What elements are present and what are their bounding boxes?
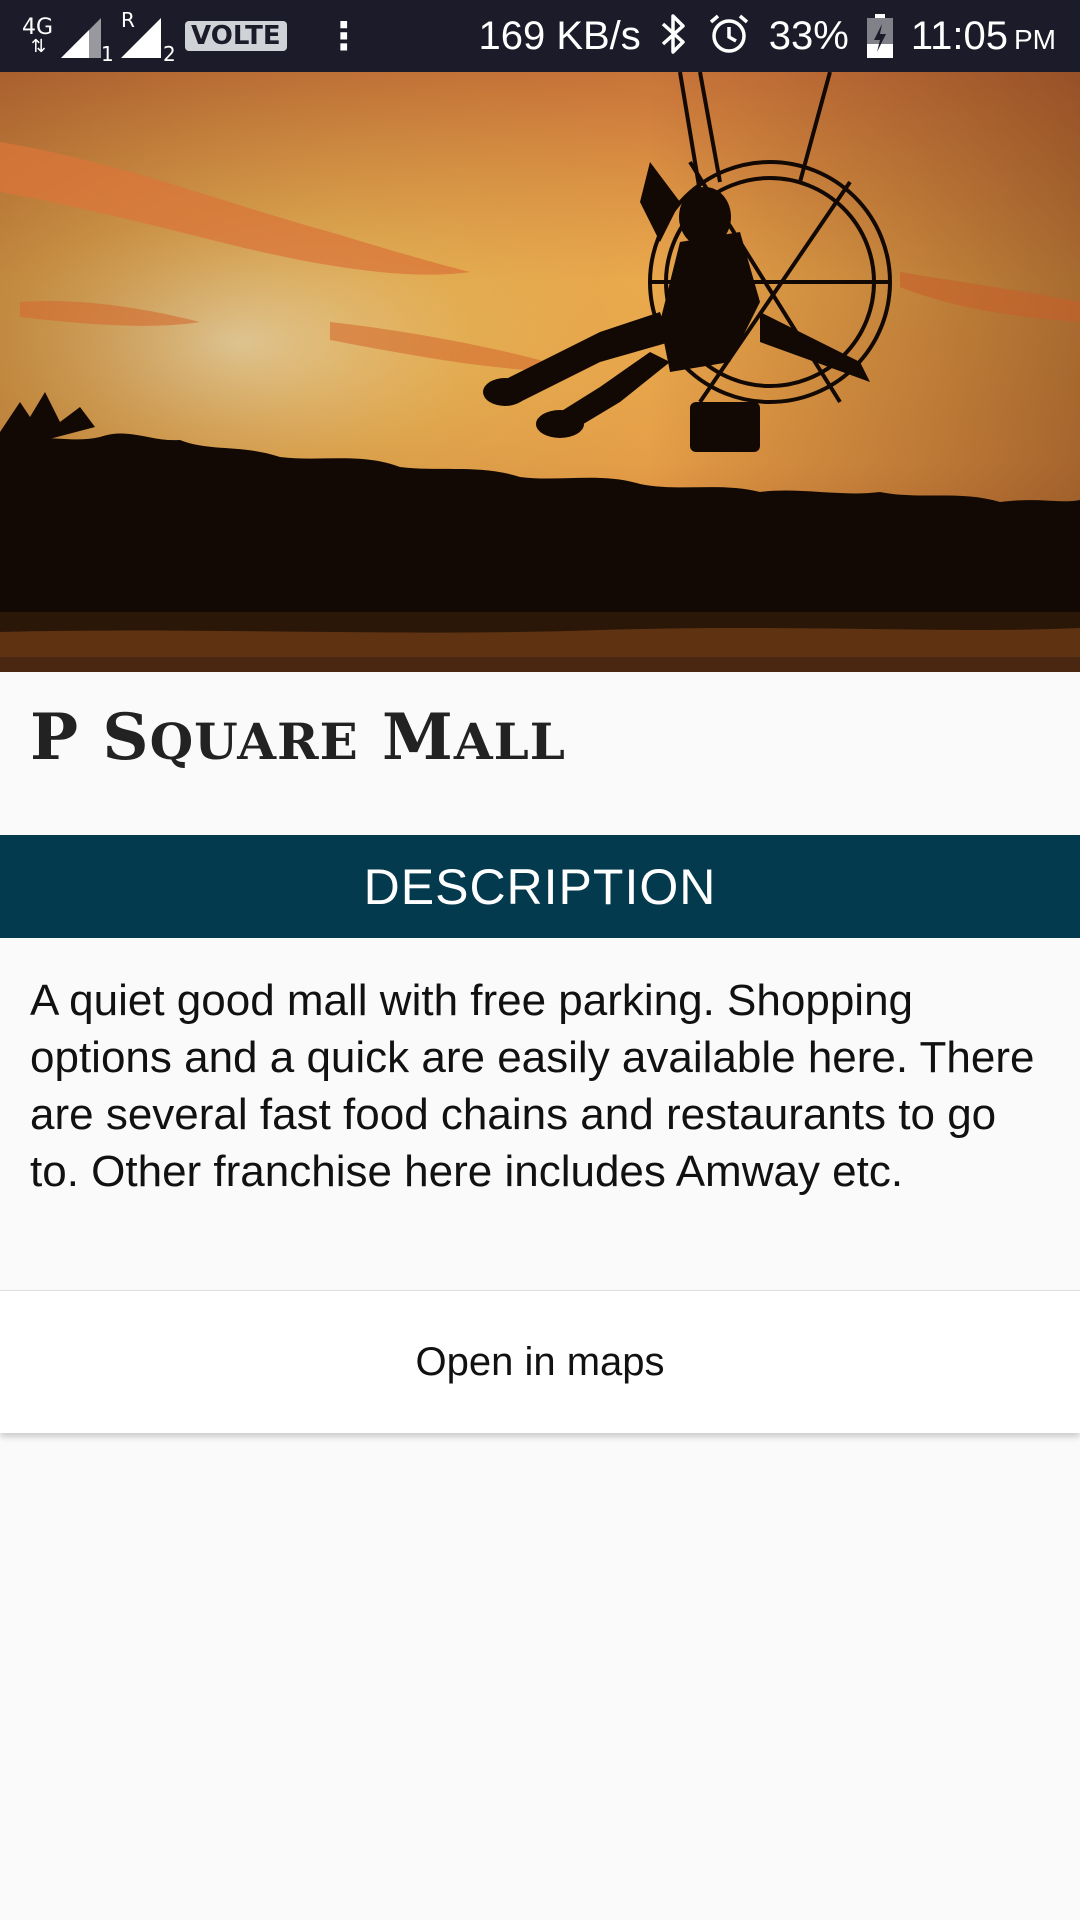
place-title-part: S	[102, 700, 150, 775]
data-arrows-icon: ⇅	[30, 36, 46, 57]
place-title-part: ALL	[453, 712, 566, 771]
sim2-label: 2	[163, 42, 176, 66]
place-title: P SQUARE MALL	[30, 700, 566, 775]
description-header: DESCRIPTION	[0, 835, 1080, 938]
signal-icon: R 2	[121, 10, 176, 64]
network-speed: 169 KB/s	[478, 13, 641, 58]
open-in-maps-button[interactable]: Open in maps	[0, 1291, 1080, 1433]
place-title-part: QUARE	[149, 712, 359, 771]
hero-image	[0, 72, 1080, 672]
alarm-icon	[707, 12, 751, 60]
paramotor-sunset-photo	[0, 72, 1080, 672]
battery-icon	[866, 14, 893, 58]
clock-ampm: PM	[1014, 23, 1056, 55]
status-bar: 4G ⇅ 1 R 2 VOLTE ⋮ 169 KB/s 33% 11:05 PM	[0, 0, 1080, 72]
volte-badge: VOLTE	[185, 21, 287, 51]
more-notifications-icon: ⋮	[324, 14, 363, 58]
clock-time: 11:05	[910, 13, 1008, 58]
sim1-label: 1	[101, 42, 114, 66]
bluetooth-icon	[659, 12, 689, 60]
signal-icon: 1	[61, 14, 114, 64]
status-bar-left: 4G ⇅ 1 R 2 VOLTE ⋮	[22, 0, 363, 72]
battery-percentage: 33%	[768, 13, 849, 58]
network-type-indicator: 4G ⇅	[22, 17, 53, 57]
place-title-part: M	[381, 700, 454, 775]
description-text: A quiet good mall with free parking. Sho…	[30, 976, 1035, 1196]
status-bar-right: 169 KB/s 33% 11:05 PM	[478, 0, 1056, 72]
place-title-part: P	[30, 700, 80, 775]
